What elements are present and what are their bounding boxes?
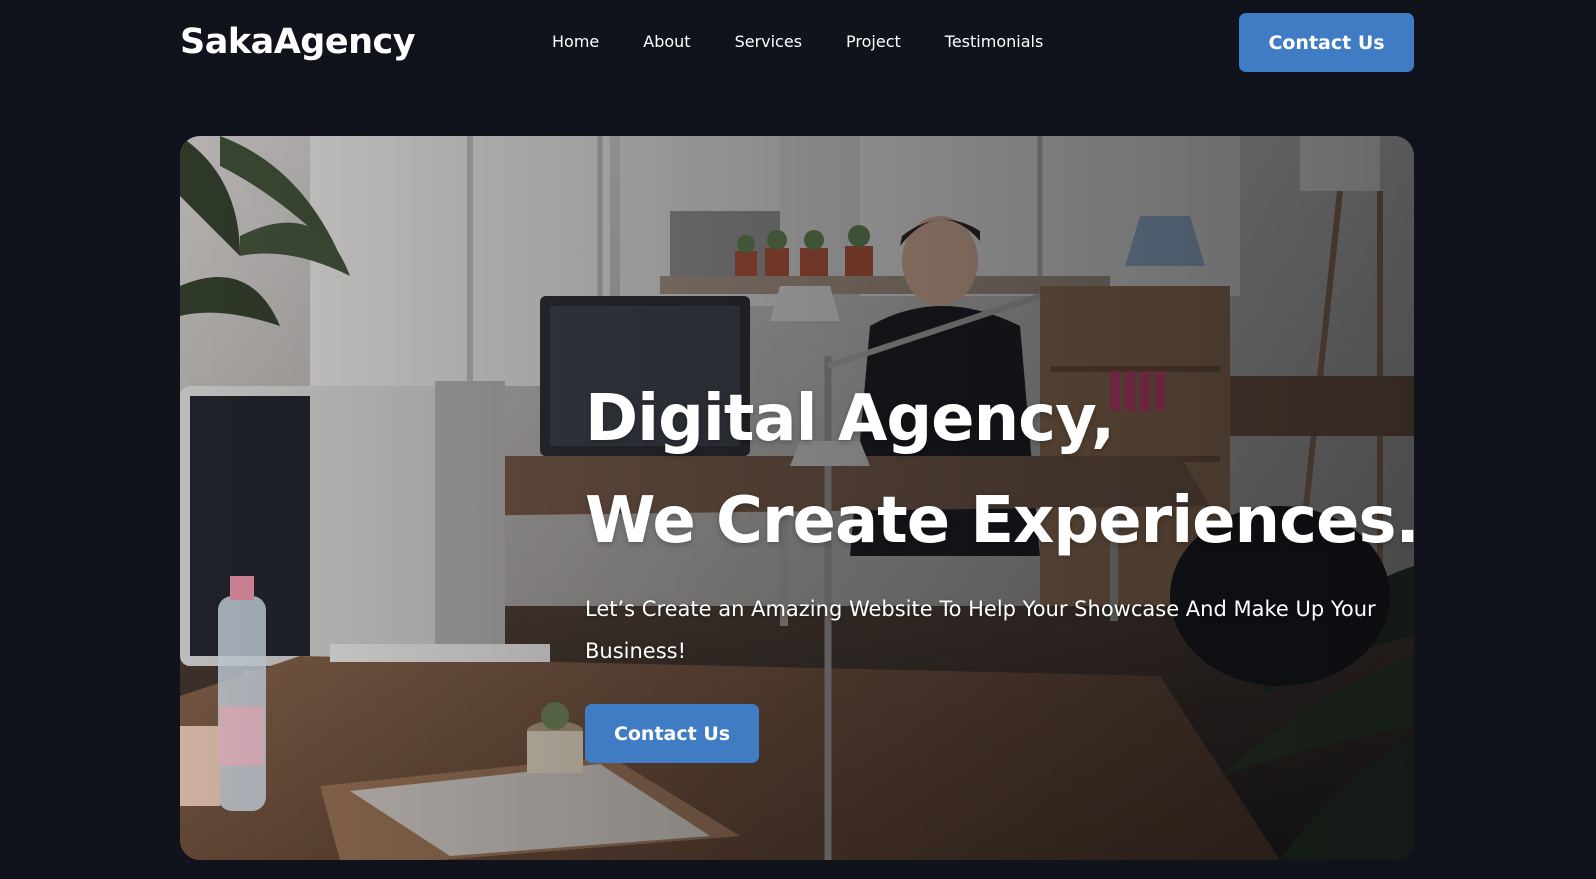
nav-link-project[interactable]: Project bbox=[846, 28, 901, 56]
nav-link-services[interactable]: Services bbox=[735, 28, 802, 56]
header-contact-button[interactable]: Contact Us bbox=[1239, 13, 1414, 72]
nav-link-home[interactable]: Home bbox=[552, 28, 599, 56]
hero-title: Digital Agency, We Create Experiences. bbox=[585, 368, 1414, 572]
hero-content: Digital Agency, We Create Experiences. L… bbox=[585, 368, 1414, 763]
nav-item-services: Services bbox=[735, 28, 846, 56]
landing-page: SakaAgency Home About Services Project T… bbox=[0, 0, 1596, 879]
nav-list: Home About Services Project Testimonials bbox=[552, 28, 1087, 56]
nav-link-about[interactable]: About bbox=[643, 28, 690, 56]
site-logo[interactable]: SakaAgency bbox=[180, 18, 416, 66]
hero-title-line-2: We Create Experiences. bbox=[585, 484, 1414, 558]
hero-contact-button[interactable]: Contact Us bbox=[585, 704, 759, 763]
hero-title-line-1: Digital Agency, bbox=[585, 382, 1115, 456]
nav-link-testimonials[interactable]: Testimonials bbox=[945, 28, 1044, 56]
hero-section: Digital Agency, We Create Experiences. L… bbox=[180, 136, 1414, 860]
nav-item-about: About bbox=[643, 28, 734, 56]
nav-item-testimonials: Testimonials bbox=[945, 28, 1088, 56]
hero-subtitle: Let’s Create an Amazing Website To Help … bbox=[585, 597, 1376, 663]
nav-item-home: Home bbox=[552, 28, 643, 56]
nav-item-project: Project bbox=[846, 28, 945, 56]
